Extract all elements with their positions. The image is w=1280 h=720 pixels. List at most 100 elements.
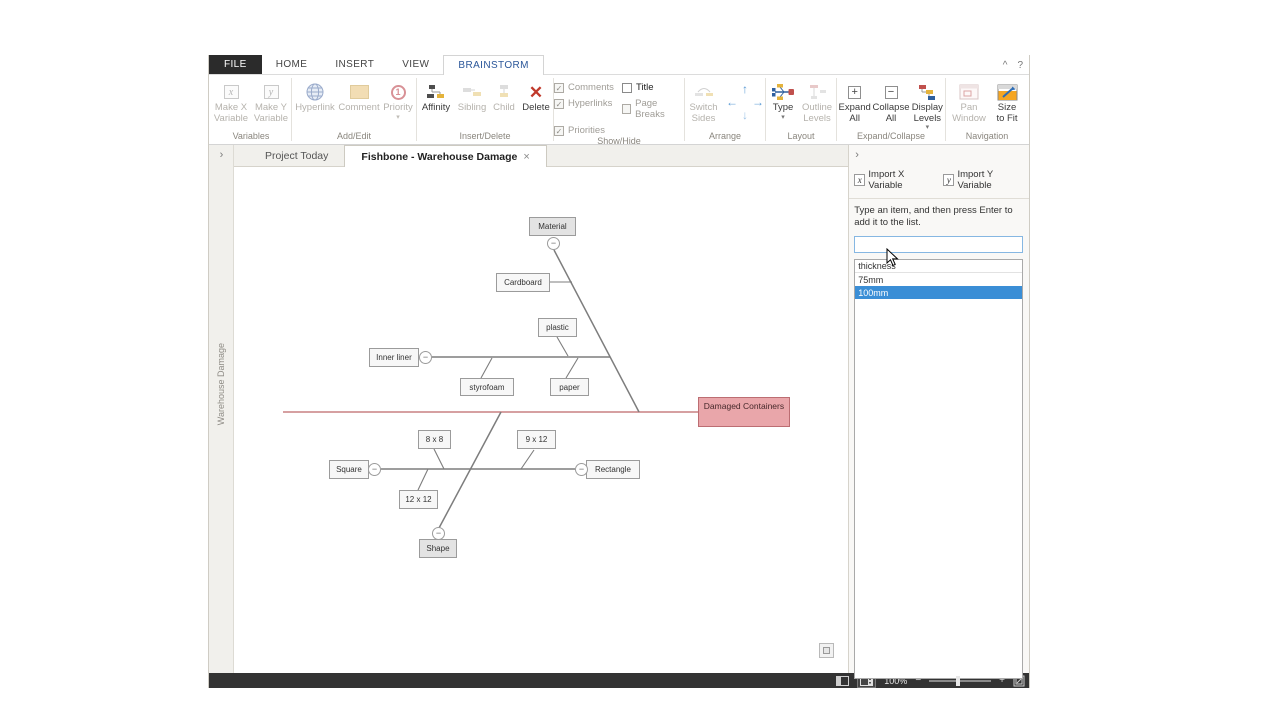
size-to-fit-icon <box>997 81 1018 103</box>
list-item-thickness[interactable]: thickness <box>855 260 1022 273</box>
pan-window-button[interactable]: PanWindow <box>949 80 989 124</box>
left-panel-expand-chevron[interactable]: › <box>209 149 234 161</box>
shape-collapse-icon[interactable]: − <box>432 527 445 540</box>
zoom-slider[interactable] <box>929 680 991 682</box>
ribbon-group-add-edit: Hyperlink Comment 1 Priority ▾ Add/Edit <box>292 75 416 144</box>
doc-tab-fishbone[interactable]: Fishbone - Warehouse Damage × <box>344 145 546 167</box>
ribbon: x Make XVariable y Make YVariable Variab… <box>209 75 1029 145</box>
diagram-node-square[interactable]: Square <box>329 460 369 479</box>
ribbon-group-layout: Type ▾ OutlineLevels Layout <box>766 75 836 144</box>
tab-brainstorm[interactable]: BRAINSTORM <box>443 55 544 75</box>
priority-button[interactable]: 1 Priority ▾ <box>381 80 415 121</box>
child-button[interactable]: Child <box>489 80 519 114</box>
diagram-canvas[interactable]: Material − Cardboard plastic Inner liner… <box>234 167 848 673</box>
ribbon-group-arrange: SwitchSides ↑ ←→ ↓ Arrange <box>685 75 765 144</box>
affinity-button[interactable]: Affinity <box>417 80 455 114</box>
affinity-icon <box>426 81 446 103</box>
priorities-checkbox[interactable]: ✓ Priorities <box>554 125 614 136</box>
material-collapse-icon[interactable]: − <box>547 237 560 250</box>
diagram-node-material[interactable]: Material <box>529 217 576 236</box>
diagram-node-cardboard[interactable]: Cardboard <box>496 273 550 292</box>
switch-sides-button[interactable]: SwitchSides <box>686 80 722 124</box>
pan-window-icon <box>959 81 979 103</box>
collapse-ribbon-icon[interactable]: ^ <box>1003 60 1008 71</box>
size-to-fit-button[interactable]: Sizeto Fit <box>989 80 1025 124</box>
checkbox-checked-icon: ✓ <box>554 99 564 109</box>
right-panel-collapse-chevron[interactable]: › <box>855 149 859 161</box>
group-label-layout: Layout <box>766 131 836 144</box>
diagram-node-9x12[interactable]: 9 x 12 <box>517 430 556 449</box>
list-item-75mm[interactable]: 75mm <box>855 273 1022 286</box>
diagram-node-paper[interactable]: paper <box>550 378 589 396</box>
hyperlink-button[interactable]: Hyperlink <box>293 80 337 114</box>
left-panel-title: Warehouse Damage <box>216 343 226 425</box>
collapse-all-button[interactable]: − CollapseAll <box>872 80 909 124</box>
zoom-slider-thumb[interactable] <box>956 676 960 686</box>
display-levels-icon <box>918 81 936 103</box>
display-levels-dropdown-icon[interactable]: ▾ <box>926 124 930 131</box>
hyperlinks-checkbox[interactable]: ✓ Hyperlinks <box>554 98 614 109</box>
expand-all-button[interactable]: + ExpandAll <box>837 80 872 124</box>
page-breaks-checkbox[interactable]: Page Breaks <box>622 98 684 120</box>
item-entry-input[interactable] <box>854 236 1023 253</box>
type-dropdown-icon[interactable]: ▾ <box>781 114 785 121</box>
document-tab-bar: Project Today Fishbone - Warehouse Damag… <box>234 145 848 167</box>
move-down-arrow-icon[interactable]: ↓ <box>739 108 752 121</box>
ribbon-group-show-hide: ✓ Comments Title ✓ Hyperlinks Page Break… <box>554 75 684 144</box>
switch-sides-icon <box>694 81 714 103</box>
comment-note-icon <box>350 85 369 99</box>
group-label-expand-collapse: Expand/Collapse <box>837 131 945 144</box>
view-mode-left-icon[interactable] <box>836 676 849 686</box>
move-up-arrow-icon[interactable]: ↑ <box>739 82 752 95</box>
group-label-add-edit: Add/Edit <box>292 131 416 144</box>
delete-x-icon: ✕ <box>529 84 543 101</box>
display-levels-button[interactable]: DisplayLevels ▾ <box>910 80 945 131</box>
diagram-node-12x12[interactable]: 12 x 12 <box>399 490 438 509</box>
outline-levels-button[interactable]: OutlineLevels <box>799 80 835 124</box>
tab-view[interactable]: VIEW <box>388 55 443 74</box>
list-item-100mm-selected[interactable]: 100mm <box>855 286 1022 299</box>
comments-checkbox[interactable]: ✓ Comments <box>554 82 614 93</box>
make-x-variable-button[interactable]: x Make XVariable <box>211 80 251 124</box>
import-x-variable-button[interactable]: x Import X Variable <box>854 169 935 191</box>
diagram-root-node[interactable]: Damaged Containers <box>698 397 790 427</box>
diagram-node-rectangle[interactable]: Rectangle <box>586 460 640 479</box>
tab-file[interactable]: FILE <box>209 55 262 74</box>
diagram-node-styrofoam[interactable]: styrofoam <box>460 378 514 396</box>
move-left-arrow-icon[interactable]: ← <box>726 95 739 108</box>
close-tab-icon[interactable]: × <box>523 151 529 163</box>
priority-dropdown-icon[interactable]: ▾ <box>396 114 400 121</box>
ribbon-tab-bar: FILE HOME INSERT VIEW BRAINSTORM ^ ? <box>209 55 1029 75</box>
import-y-variable-button[interactable]: y Import Y Variable <box>943 169 1024 191</box>
inner-liner-collapse-icon[interactable]: − <box>419 351 432 364</box>
comment-button[interactable]: Comment <box>337 80 381 114</box>
diagram-node-8x8[interactable]: 8 x 8 <box>418 430 451 449</box>
priority-icon: 1 <box>391 85 406 100</box>
variables-panel: › x Import X Variable y Import Y Variabl… <box>848 145 1029 673</box>
collapse-minus-icon: − <box>885 86 898 99</box>
diagram-node-shape[interactable]: Shape <box>419 539 457 558</box>
delete-button[interactable]: ✕ Delete <box>519 80 553 114</box>
rectangle-collapse-icon[interactable]: − <box>575 463 588 476</box>
left-panel-collapsed: › Warehouse Damage <box>209 145 234 673</box>
outline-levels-icon <box>807 81 827 103</box>
checkbox-checked-icon: ✓ <box>554 83 564 93</box>
help-icon[interactable]: ? <box>1017 60 1023 71</box>
page-navigation-button[interactable] <box>819 643 834 658</box>
sibling-button[interactable]: Sibling <box>455 80 489 114</box>
panel-instruction-text: Type an item, and then press Enter to ad… <box>854 205 1024 228</box>
diagram-node-plastic[interactable]: plastic <box>538 318 577 337</box>
diagram-node-inner-liner[interactable]: Inner liner <box>369 348 419 367</box>
x-variable-box-icon: x <box>854 174 865 186</box>
type-button[interactable]: Type ▾ <box>767 80 799 121</box>
tab-insert[interactable]: INSERT <box>321 55 388 74</box>
make-y-variable-button[interactable]: y Make YVariable <box>251 80 291 124</box>
y-variable-icon: y <box>264 85 279 99</box>
title-checkbox[interactable]: Title <box>622 82 684 93</box>
doc-tab-project-today[interactable]: Project Today <box>249 145 344 166</box>
move-right-arrow-icon[interactable]: → <box>752 95 765 108</box>
mouse-cursor <box>886 248 899 267</box>
square-collapse-icon[interactable]: − <box>368 463 381 476</box>
tab-home[interactable]: HOME <box>262 55 322 74</box>
panel-divider <box>849 198 1029 199</box>
